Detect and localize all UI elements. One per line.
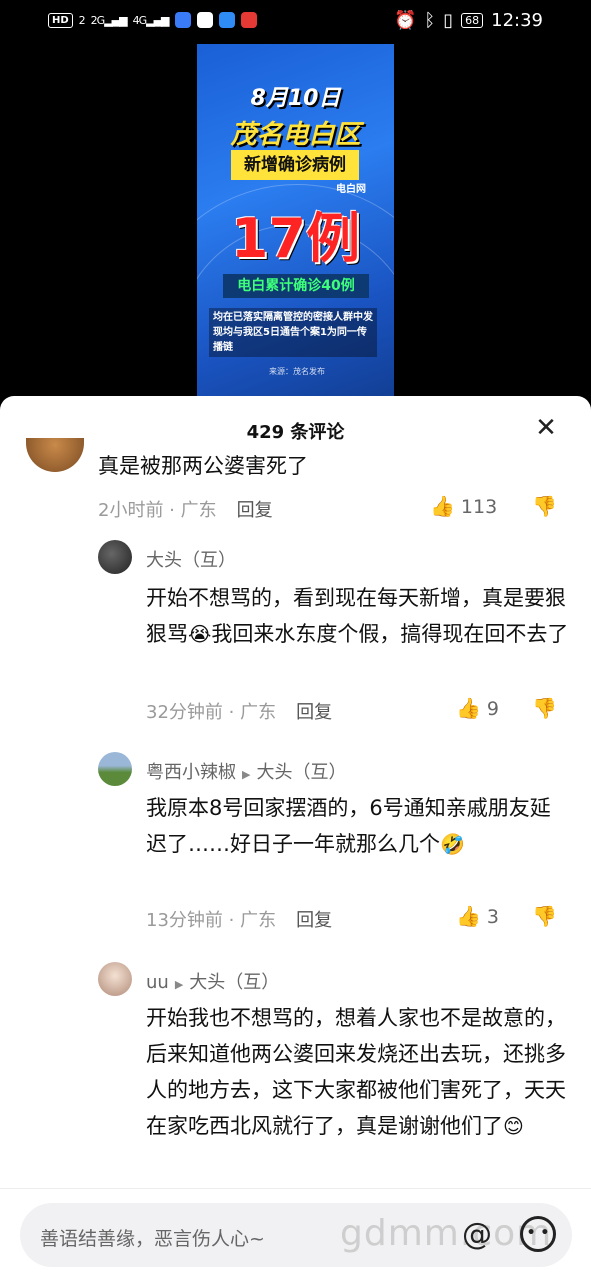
- like-button[interactable]: 👍 3: [456, 904, 499, 928]
- comment-text: 开始我也不想骂的，想着人家也不是故意的，后来知道他两公婆回来发烧还出去玩，还挑多…: [146, 1000, 571, 1144]
- comments-header: 429 条评论 ✕: [0, 396, 591, 454]
- video-frame: 8月10日 茂名电白区 新增确诊病例 电白网 17例 电白累计确诊40例 均在已…: [197, 44, 394, 396]
- comment-meta: 13分钟前 · 广东 回复: [146, 910, 333, 931]
- poster-note: 均在已落实隔离管控的密接人群中发现均与我区5日通告个案1为同一传播链: [209, 308, 377, 357]
- comment-input[interactable]: 善语结善缘，恶言伤人心~ gdmm.com @ • •: [20, 1203, 572, 1267]
- emoji-picker-icon[interactable]: • •: [520, 1216, 556, 1252]
- thumb-down-icon[interactable]: 👎: [532, 904, 557, 928]
- clock: 12:39: [491, 10, 543, 31]
- status-right: ⏰ ᛒ ▯ 68 12:39: [394, 10, 543, 31]
- video-player[interactable]: 8月10日 茂名电白区 新增确诊病例 电白网 17例 电白累计确诊40例 均在已…: [0, 44, 591, 396]
- reply-arrow-icon: ▶: [174, 978, 184, 991]
- avatar[interactable]: [26, 438, 84, 472]
- comments-count-title: 429 条评论: [246, 422, 345, 443]
- vibrate-icon: ▯: [443, 10, 454, 31]
- comment-input-placeholder: 善语结善缘，恶言伤人心~: [40, 1228, 265, 1250]
- poster-total: 电白累计确诊40例: [223, 274, 369, 298]
- signal-2g-icon: 2G▂▄▆: [90, 13, 128, 27]
- comment-author[interactable]: 粤西小辣椒: [146, 762, 236, 783]
- comment-time: 13分钟前: [146, 910, 223, 931]
- comment-meta: 2小时前 · 广东 回复: [98, 500, 273, 521]
- rolling-laughing-emoji: 🤣: [440, 832, 465, 856]
- comment-time: 2小时前: [98, 500, 164, 521]
- thumb-down-icon[interactable]: 👎: [532, 494, 557, 518]
- bluetooth-icon: ᛒ: [424, 10, 436, 31]
- status-bar: HD 2 2G▂▄▆ 4G▂▄▆ ⏰ ᛒ ▯ 68 12:39: [0, 0, 591, 44]
- thumb-up-icon: 👍: [456, 696, 481, 720]
- reply-arrow-icon: ▶: [242, 768, 251, 781]
- crying-laughing-emoji: 😭: [188, 622, 212, 646]
- comment-input-bar: 善语结善缘，恶言伤人心~ gdmm.com @ • •: [0, 1188, 591, 1280]
- avatar[interactable]: [98, 752, 132, 786]
- thumb-down-icon[interactable]: 👎: [532, 696, 557, 720]
- mention-icon[interactable]: @: [462, 1217, 492, 1252]
- sim1-indicator: 2: [78, 13, 86, 27]
- comment-author[interactable]: 大头（互）: [146, 546, 236, 572]
- poster-date: 8月10日: [250, 86, 341, 111]
- reply-to-author[interactable]: 大头（互）: [189, 972, 279, 993]
- poster-district: 茂名电白区: [230, 120, 361, 150]
- poster-source-tag: 电白网: [336, 184, 366, 195]
- like-count: 113: [460, 496, 498, 518]
- comment-location: 广东: [240, 910, 277, 931]
- avatar[interactable]: [98, 540, 132, 574]
- comment-text: 我原本8号回家摆酒的，6号通知亲戚朋友延迟了……好日子一年就那么几个🤣: [146, 790, 571, 862]
- like-count: 9: [486, 698, 499, 720]
- poster-new-label: 新增确诊病例: [231, 150, 359, 180]
- book-app-icon: [240, 12, 257, 28]
- poster-count: 17例: [230, 207, 361, 270]
- battery-icon: 68: [461, 13, 484, 28]
- close-icon[interactable]: ✕: [531, 414, 561, 444]
- comment-text: 真是被那两公婆害死了: [98, 454, 308, 478]
- bulb-app-icon: [218, 12, 235, 28]
- alarm-icon: ⏰: [393, 10, 417, 31]
- comment-author-line: 粤西小辣椒 ▶ 大头（互）: [146, 758, 346, 784]
- comment-author-line: uu ▶ 大头（互）: [146, 968, 279, 994]
- comment-text-part: 我回来水东度个假，搞得现在回不去了: [211, 622, 569, 646]
- comment-time: 32分钟前: [146, 702, 223, 723]
- comments-sheet: 429 条评论 ✕ 真是被那两公婆害死了 2小时前 · 广东 回复 👍 113 👎 …: [0, 396, 591, 1280]
- signal-4g-icon: 4G▂▄▆: [132, 13, 170, 27]
- poster-source: 来源：茂名发布: [269, 367, 325, 376]
- comment-text: 开始不想骂的，看到现在每天新增，真是要狠狠骂😭我回来水东度个假，搞得现在回不去了: [146, 580, 571, 652]
- comment-author[interactable]: uu: [146, 972, 169, 993]
- status-left: HD 2 2G▂▄▆ 4G▂▄▆: [48, 12, 257, 28]
- hd-badge: HD: [48, 12, 73, 28]
- shield-app-icon: [174, 12, 191, 28]
- smiling-emoji: 😊: [503, 1114, 524, 1138]
- thumb-up-icon: 👍: [456, 904, 481, 928]
- reply-button[interactable]: 回复: [296, 910, 332, 931]
- reply-button[interactable]: 回复: [237, 500, 273, 521]
- comment-location: 广东: [240, 702, 277, 723]
- reply-button[interactable]: 回复: [296, 702, 332, 723]
- like-count: 3: [486, 906, 499, 928]
- hand-app-icon: [196, 12, 213, 28]
- like-button[interactable]: 👍 9: [456, 696, 499, 720]
- like-button[interactable]: 👍 113: [430, 494, 497, 518]
- avatar[interactable]: [98, 962, 132, 996]
- reply-to-author[interactable]: 大头（互）: [256, 762, 346, 783]
- thumb-up-icon: 👍: [430, 494, 455, 518]
- comment-location: 广东: [180, 500, 217, 521]
- comment-meta: 32分钟前 · 广东 回复: [146, 702, 333, 723]
- comment-text-part: 我原本8号回家摆酒的，6号通知亲戚朋友延迟了……好日子一年就那么几个: [146, 796, 551, 856]
